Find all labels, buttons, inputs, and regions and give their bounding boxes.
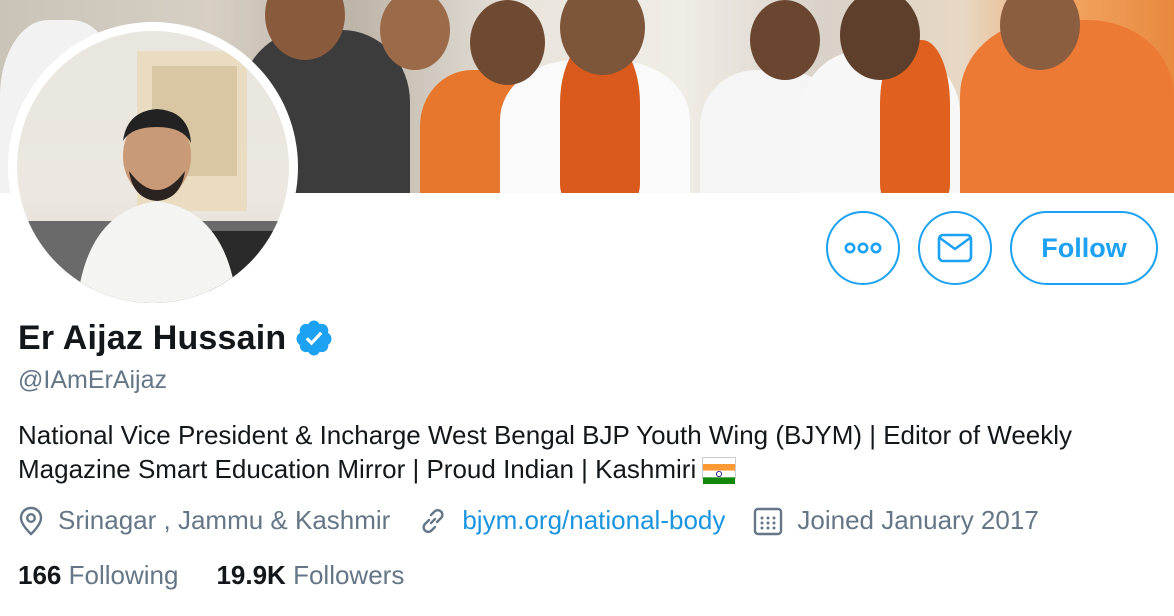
link-icon — [422, 508, 444, 533]
avatar-photo — [17, 31, 289, 303]
followers-count: 19.9K — [216, 560, 286, 590]
joined-text: Joined January 2017 — [797, 505, 1039, 535]
profile-joined: Joined January 2017 — [753, 505, 1039, 536]
location-text: Srinagar , Jammu & Kashmir — [58, 505, 391, 535]
profile-bio: National Vice President & Incharge West … — [18, 418, 1148, 486]
location-pin-icon — [19, 506, 43, 536]
profile-handle: @IAmErAijaz — [18, 366, 168, 394]
following-count: 166 — [18, 560, 62, 590]
followers-stat[interactable]: 19.9K Followers — [216, 560, 404, 591]
profile-name-row: Er Aijaz Hussain — [18, 318, 334, 358]
message-button[interactable] — [918, 211, 992, 285]
verified-badge-icon[interactable] — [294, 318, 334, 358]
profile-stats: 166 Following 19.9K Followers — [18, 560, 442, 591]
followers-label: Followers — [293, 560, 405, 590]
envelope-icon — [937, 233, 973, 263]
bio-text: National Vice President & Incharge West … — [18, 420, 1073, 484]
more-horizontal-icon — [844, 242, 882, 254]
following-stat[interactable]: 166 Following — [18, 560, 178, 591]
following-label: Following — [68, 560, 179, 590]
calendar-icon — [754, 507, 783, 535]
follow-button[interactable]: Follow — [1010, 211, 1158, 285]
profile-meta: Srinagar , Jammu & Kashmir bjym.org/nati… — [18, 505, 1067, 536]
avatar-illustration — [17, 51, 289, 303]
website-link[interactable]: bjym.org/national-body — [462, 505, 725, 536]
india-flag-emoji — [702, 457, 737, 485]
more-options-button[interactable] — [826, 211, 900, 285]
profile-website[interactable]: bjym.org/national-body — [418, 505, 725, 536]
profile-location: Srinagar , Jammu & Kashmir — [18, 505, 390, 536]
profile-avatar[interactable] — [8, 22, 298, 312]
profile-name: Er Aijaz Hussain — [18, 318, 287, 357]
